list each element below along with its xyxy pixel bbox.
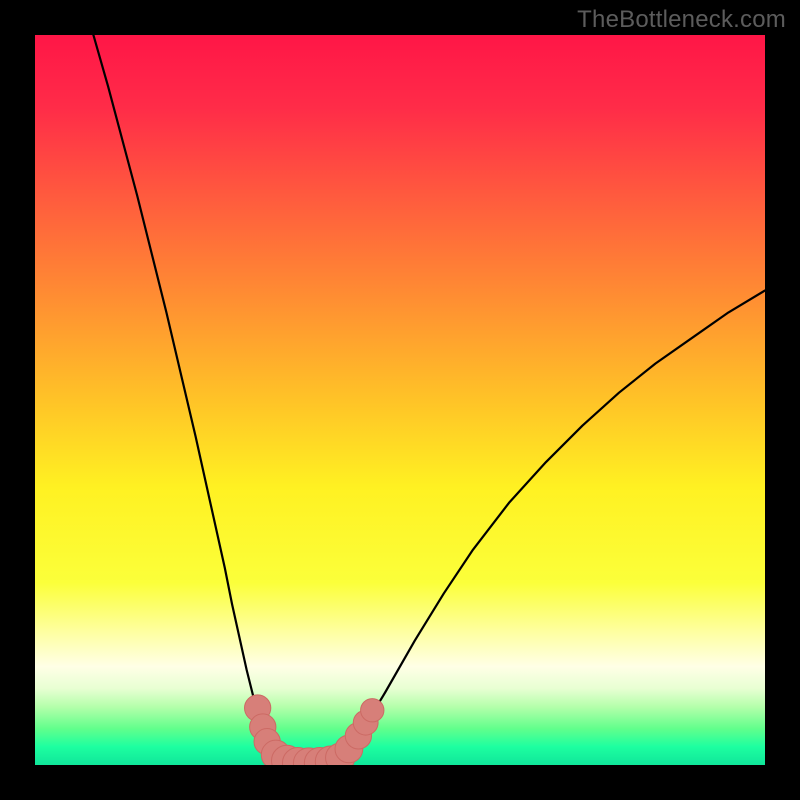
chart-svg (35, 35, 765, 765)
gradient-background (35, 35, 765, 765)
chart-frame: TheBottleneck.com (0, 0, 800, 800)
marker-point (361, 699, 384, 722)
plot-area (35, 35, 765, 765)
watermark-label: TheBottleneck.com (577, 6, 786, 34)
